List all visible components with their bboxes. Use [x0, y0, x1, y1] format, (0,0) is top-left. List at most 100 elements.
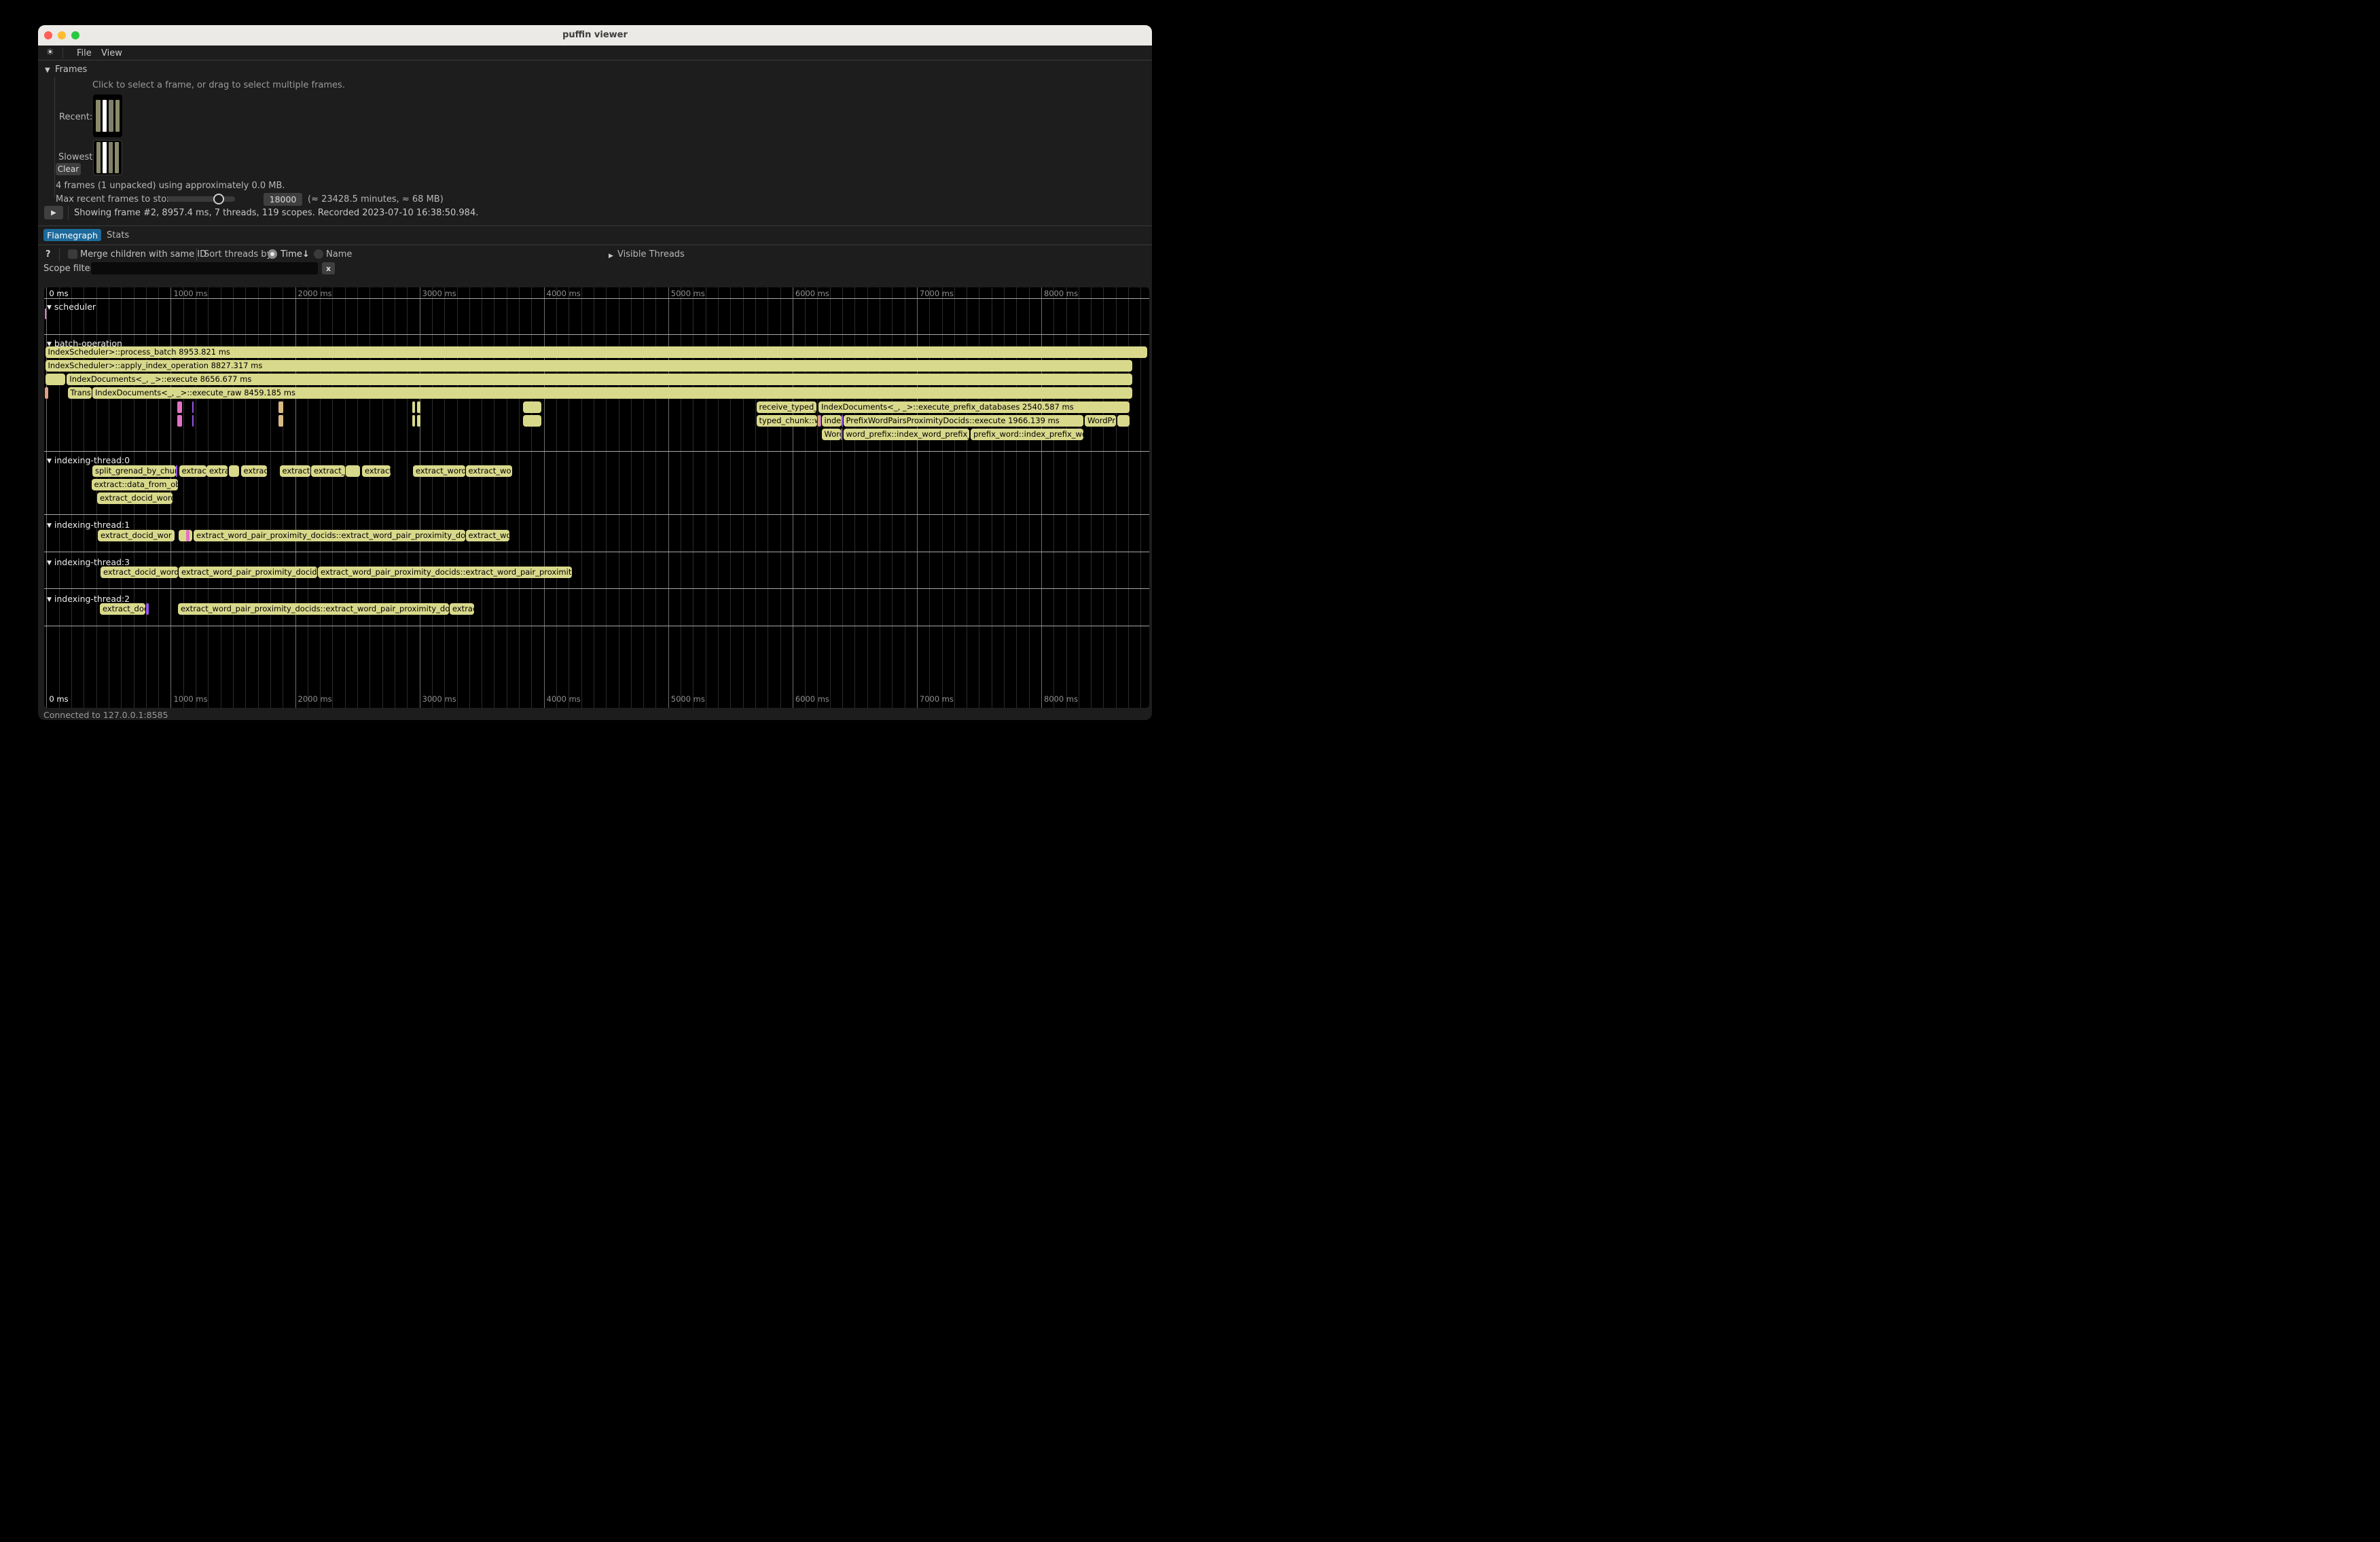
menu-file[interactable]: File	[77, 48, 92, 58]
scope-bar[interactable]	[842, 415, 843, 427]
max-frames-slider[interactable]	[167, 196, 235, 202]
tab-stats[interactable]: Stats	[107, 230, 129, 240]
scope-bar[interactable]: extra	[206, 465, 228, 477]
scope-bar[interactable]: index	[822, 415, 842, 427]
scope-bar[interactable]	[192, 415, 194, 427]
scope-bar[interactable]	[179, 530, 192, 541]
scope-bar[interactable]	[346, 465, 360, 477]
scope-bar[interactable]: PrefixWordPairsProximityDocids::execute …	[844, 415, 1084, 427]
scope-bar[interactable]: extrac	[241, 465, 267, 477]
scope-bar[interactable]	[45, 308, 46, 320]
scope-bar[interactable]: extract_doc	[100, 603, 145, 615]
scope-bar[interactable]: extract_word	[413, 465, 465, 477]
scope-bar[interactable]: IndexScheduler>::process_batch 8953.821 …	[46, 346, 1148, 358]
sort-time-label[interactable]: Time	[281, 249, 302, 259]
scope-bar[interactable]	[412, 415, 416, 427]
scope-bar[interactable]: word_prefix::index_word_prefix_	[844, 429, 970, 440]
thread-header[interactable]: ▼ indexing-thread:0	[47, 455, 130, 465]
desktop: puffin viewer ☀ File View ▼ Frames Click…	[0, 0, 1190, 771]
recent-frames-thumbnail[interactable]	[93, 94, 122, 137]
scope-bar[interactable]	[177, 401, 182, 413]
thread-header[interactable]: ▼ indexing-thread:3	[47, 557, 130, 567]
scope-bar[interactable]	[417, 401, 420, 413]
scope-bar[interactable]: Word	[822, 429, 841, 440]
scope-bar[interactable]	[523, 401, 541, 413]
scope-bar[interactable]: IndexScheduler>::apply_index_operation 8…	[46, 360, 1133, 372]
scope-bar[interactable]	[523, 415, 541, 427]
scope-bar[interactable]: extract_word_pair_proximity_docids::extr…	[178, 603, 449, 615]
scope-bar[interactable]: extract_docid_word	[101, 567, 178, 578]
clear-button[interactable]: Clear	[56, 163, 81, 175]
thread-separator	[44, 298, 1149, 299]
scope-bar[interactable]	[818, 415, 821, 427]
theme-sun-icon[interactable]: ☀	[46, 48, 54, 58]
sort-time-radio[interactable]	[268, 249, 277, 259]
slowest-label: Slowest:	[58, 152, 96, 162]
titlebar: puffin viewer	[38, 25, 1152, 46]
scope-bar[interactable]	[841, 429, 842, 440]
scope-filter-input[interactable]	[91, 262, 318, 274]
scope-bar[interactable]: extract_word_pair_proximity_docids::extr…	[318, 567, 572, 578]
scope-bar[interactable]: extract_wo	[466, 530, 510, 541]
scope-bar[interactable]	[176, 465, 177, 477]
scope-bar[interactable]: extract_word_pair_proximity_docids	[179, 567, 317, 578]
menu-divider	[62, 48, 63, 58]
slowest-frames-thumbnail[interactable]	[93, 140, 122, 175]
scope-bar[interactable]: extract_wo	[466, 465, 512, 477]
merge-children-checkbox[interactable]	[68, 249, 77, 259]
visible-threads-header[interactable]: Visible Threads	[617, 249, 685, 259]
axis-tick-label: 4000 ms	[547, 694, 581, 704]
frames-collapse-triangle-icon[interactable]: ▼	[45, 65, 50, 75]
scope-bar[interactable]: extract_	[280, 465, 311, 477]
scope-bar[interactable]	[1117, 415, 1130, 427]
scope-bar[interactable]: extract	[179, 465, 206, 477]
max-frames-value[interactable]: 18000	[264, 193, 302, 206]
axis-tick-label: 2000 ms	[298, 694, 332, 704]
sort-direction-arrow-icon[interactable]: ↓	[302, 249, 310, 259]
scope-bar[interactable]	[186, 530, 190, 541]
merge-children-label[interactable]: Merge children with same ID	[80, 249, 206, 259]
scope-bar[interactable]: prefix_word::index_prefix_wo	[971, 429, 1083, 440]
scope-bar[interactable]	[177, 415, 182, 427]
visible-threads-triangle-icon[interactable]: ▶	[609, 250, 613, 260]
scope-bar[interactable]: extract_	[311, 465, 345, 477]
frame-bar	[96, 142, 101, 173]
menu-view[interactable]: View	[101, 48, 122, 58]
scope-bar[interactable]: extrac	[450, 603, 474, 615]
scope-bar[interactable]: WordPr	[1085, 415, 1116, 427]
scope-bar[interactable]: extract::data_from_ob	[92, 479, 179, 490]
thread-header[interactable]: ▼ indexing-thread:2	[47, 594, 130, 604]
scope-bar[interactable]: extract_docid_word	[97, 492, 173, 504]
help-button[interactable]: ?	[46, 249, 51, 259]
scope-bar[interactable]	[278, 401, 283, 413]
scope-bar[interactable]: IndexDocuments<_, _>::execute 8656.677 m…	[67, 374, 1132, 385]
thread-header[interactable]: ▼ indexing-thread:1	[47, 520, 130, 530]
scope-bar[interactable]: IndexDocuments<_, _>::execute_prefix_dat…	[818, 401, 1130, 413]
frames-header[interactable]: Frames	[55, 65, 87, 75]
scope-bar[interactable]: Trans	[68, 387, 92, 399]
scope-bar[interactable]	[417, 415, 420, 427]
sort-name-radio[interactable]	[314, 249, 323, 259]
scope-bar[interactable]	[45, 387, 48, 399]
clear-filter-button[interactable]: x	[322, 262, 335, 274]
scope-bar[interactable]	[278, 415, 283, 427]
scope-bar[interactable]	[412, 401, 416, 413]
thread-header[interactable]: ▼ scheduler	[47, 302, 96, 312]
scope-bar[interactable]	[146, 603, 149, 615]
scope-bar[interactable]: split_grenad_by_chun	[92, 465, 176, 477]
scope-bar[interactable]	[46, 374, 65, 385]
scope-bar[interactable]: typed_chunk::w	[757, 415, 817, 427]
scope-bar[interactable]: receive_typed_	[757, 401, 816, 413]
scope-bar[interactable]: extract	[362, 465, 391, 477]
play-button[interactable]: ▶	[44, 206, 63, 219]
tab-flamegraph[interactable]: Flamegraph	[43, 229, 101, 241]
scope-bar[interactable]	[229, 465, 240, 477]
scope-bar[interactable]	[192, 401, 194, 413]
scope-bar[interactable]: extract_word_pair_proximity_docids::extr…	[194, 530, 465, 541]
scope-bar[interactable]	[821, 415, 822, 427]
scope-bar[interactable]: extract_docid_wor	[98, 530, 175, 541]
sort-name-label[interactable]: Name	[326, 249, 352, 259]
scope-bar[interactable]: IndexDocuments<_, _>::execute_raw 8459.1…	[92, 387, 1132, 399]
max-frames-slider-knob[interactable]	[213, 194, 224, 204]
flamegraph-canvas[interactable]: 0 ms0 ms1000 ms1000 ms2000 ms2000 ms3000…	[44, 287, 1149, 708]
